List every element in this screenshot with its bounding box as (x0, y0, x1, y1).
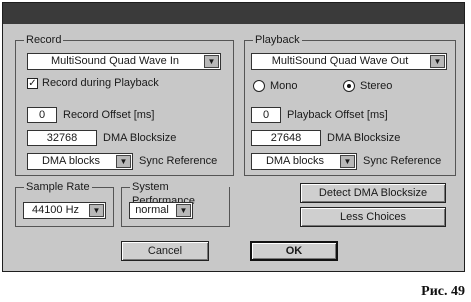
playback-offset-input[interactable]: 0 (251, 107, 281, 123)
less-choices-button[interactable]: Less Choices (300, 207, 446, 227)
chevron-down-icon[interactable]: ▼ (176, 204, 191, 217)
title-bar (3, 3, 464, 24)
chevron-down-icon[interactable]: ▼ (430, 55, 445, 68)
chevron-down-icon[interactable]: ▼ (204, 55, 219, 68)
record-during-playback-label[interactable]: Record during Playback (42, 76, 159, 90)
stereo-radio[interactable] (343, 80, 355, 92)
record-offset-input[interactable]: 0 (27, 107, 57, 123)
playback-blocksize-label: DMA Blocksize (327, 132, 401, 144)
record-group-title: Record (24, 33, 64, 47)
playback-sync-label: Sync Reference (363, 155, 442, 167)
system-performance-value: normal (135, 204, 169, 216)
radio-selected-dot (347, 84, 351, 88)
sample-rate-group-title: Sample Rate (24, 180, 92, 194)
record-blocksize-label: DMA Blocksize (103, 132, 177, 144)
sample-rate-value: 44100 Hz (31, 204, 80, 216)
record-sync-label: Sync Reference (139, 155, 218, 167)
sample-rate-select[interactable]: 44100 Hz ▼ (23, 202, 106, 219)
record-during-playback-checkbox[interactable]: ✓ (27, 78, 38, 89)
record-sync-value: DMA blocks (41, 155, 101, 167)
figure-caption: Рис. 49 (421, 284, 465, 299)
system-performance-select[interactable]: normal ▼ (129, 202, 193, 219)
playback-sync-value: DMA blocks (265, 155, 325, 167)
record-blocksize-input[interactable]: 32768 (27, 130, 97, 146)
chevron-down-icon[interactable]: ▼ (89, 204, 104, 217)
stereo-label[interactable]: Stereo (360, 79, 392, 93)
playback-group-title: Playback (253, 33, 302, 47)
playback-device-value: MultiSound Quad Wave Out (271, 55, 409, 67)
playback-sync-select[interactable]: DMA blocks ▼ (251, 153, 357, 170)
cancel-button[interactable]: Cancel (121, 241, 209, 261)
mono-label[interactable]: Mono (270, 79, 298, 93)
mono-radio[interactable] (253, 80, 265, 92)
detect-dma-blocksize-button[interactable]: Detect DMA Blocksize (300, 183, 446, 203)
ok-button[interactable]: OK (250, 241, 338, 261)
audio-settings-dialog: Record MultiSound Quad Wave In ▼ ✓ Recor… (2, 2, 465, 272)
playback-device-select[interactable]: MultiSound Quad Wave Out ▼ (251, 53, 447, 70)
record-offset-label: Record Offset [ms] (63, 109, 155, 121)
chevron-down-icon[interactable]: ▼ (340, 155, 355, 168)
chevron-down-icon[interactable]: ▼ (116, 155, 131, 168)
record-device-select[interactable]: MultiSound Quad Wave In ▼ (27, 53, 221, 70)
playback-offset-label: Playback Offset [ms] (287, 109, 388, 121)
playback-blocksize-input[interactable]: 27648 (251, 130, 321, 146)
record-sync-select[interactable]: DMA blocks ▼ (27, 153, 133, 170)
record-device-value: MultiSound Quad Wave In (51, 55, 179, 67)
